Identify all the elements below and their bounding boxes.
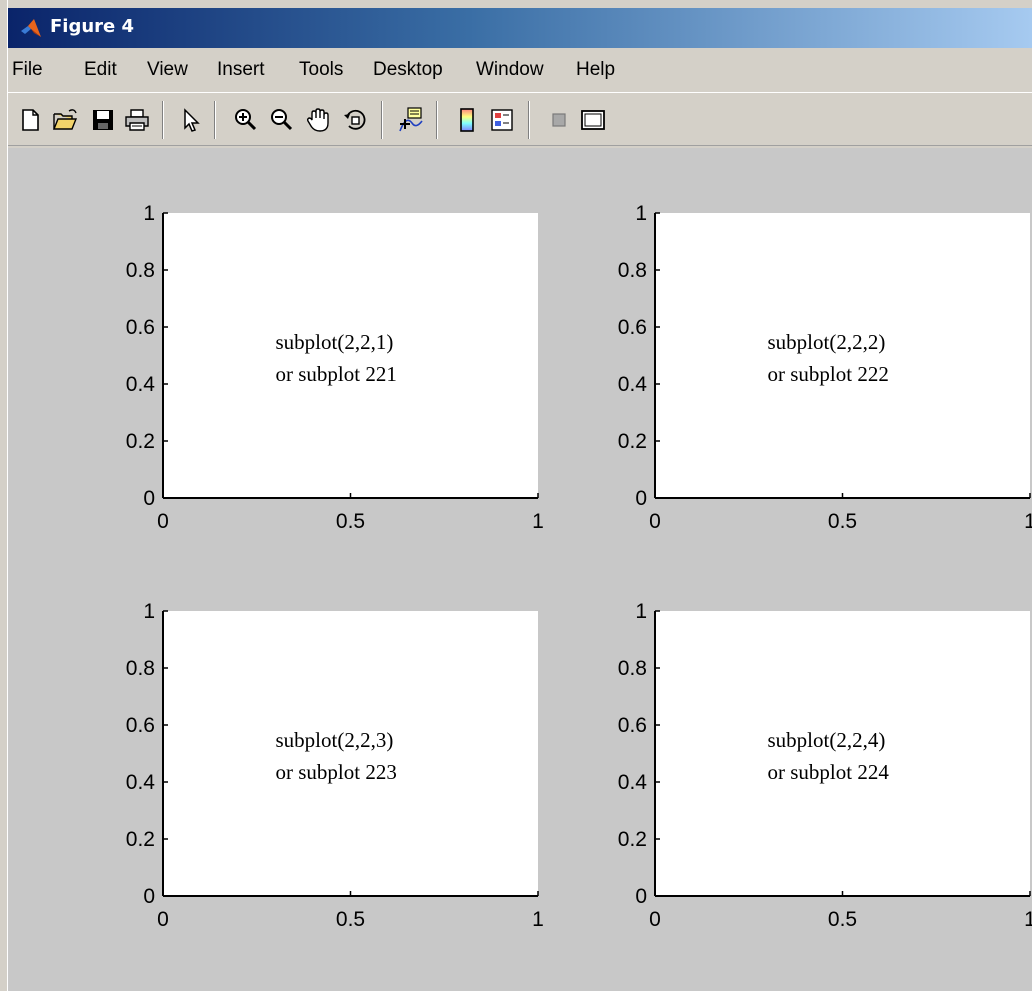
x-tick-label: 1 (1024, 908, 1032, 931)
subplot-annotation: or subplot 223 (276, 760, 397, 784)
x-tick-label: 0 (157, 908, 169, 931)
y-tick-label: 0.6 (126, 316, 155, 339)
y-tick-label: 0.2 (126, 828, 155, 851)
x-tick-label: 0 (649, 510, 661, 533)
subplot-annotation: subplot(2,2,4) (768, 728, 886, 752)
y-tick-label: 0.2 (618, 828, 647, 851)
y-tick-label: 0.8 (126, 259, 155, 282)
y-tick-label: 0.6 (126, 714, 155, 737)
subplot-axes-4[interactable]: 0 0.2 0.4 0.6 0.8 1 0 0.5 1 subplot(2,2,4) or subp… (618, 600, 1032, 931)
y-tick-label: 0 (635, 885, 647, 908)
axes-background (655, 213, 1030, 498)
y-tick-label: 0.2 (126, 430, 155, 453)
axes-background (655, 611, 1030, 896)
y-tick-label: 0.8 (126, 657, 155, 680)
x-tick-label: 0 (649, 908, 661, 931)
subplot-annotation: subplot(2,2,1) (276, 330, 394, 354)
y-tick-label: 0.2 (618, 430, 647, 453)
x-tick-label: 0.5 (828, 908, 857, 931)
x-tick-label: 0 (157, 510, 169, 533)
axes-background (163, 611, 538, 896)
subplot-annotation: or subplot 222 (768, 362, 889, 386)
axes-background (163, 213, 538, 498)
y-tick-label: 0.6 (618, 316, 647, 339)
figure-window: Figure 4 File Edit View Insert Tools Des… (0, 0, 1032, 991)
y-tick-label: 1 (635, 600, 647, 623)
x-tick-label: 0.5 (336, 510, 365, 533)
y-tick-label: 1 (143, 202, 155, 225)
y-tick-label: 0.4 (126, 373, 156, 396)
y-tick-label: 0 (143, 885, 155, 908)
x-tick-label: 1 (532, 510, 544, 533)
subplot-annotation: subplot(2,2,3) (276, 728, 394, 752)
subplot-axes-2[interactable]: 0 0.2 0.4 0.6 0.8 1 0 0.5 1 subplot(2,2,2) or subp… (618, 202, 1032, 533)
y-tick-label: 0 (143, 487, 155, 510)
y-tick-label: 0 (635, 487, 647, 510)
subplot-axes-1[interactable]: 0 0.2 0.4 0.6 0.8 1 0 0.5 1 subplot(2,2,1) or subp… (126, 202, 544, 533)
x-tick-label: 0.5 (336, 908, 365, 931)
y-tick-label: 0.6 (618, 714, 647, 737)
y-tick-label: 0.8 (618, 657, 647, 680)
y-tick-label: 1 (143, 600, 155, 623)
subplot-axes-layer: 0 0.2 0.4 0.6 0.8 1 0 0.5 1 subplot(2,2,1) or subp… (126, 202, 1032, 931)
x-tick-label: 1 (1024, 510, 1032, 533)
subplot-annotation: or subplot 221 (276, 362, 397, 386)
x-tick-label: 1 (532, 908, 544, 931)
y-tick-label: 1 (635, 202, 647, 225)
y-tick-label: 0.4 (126, 771, 156, 794)
x-tick-label: 0.5 (828, 510, 857, 533)
y-tick-label: 0.4 (618, 373, 648, 396)
subplot-axes-3[interactable]: 0 0.2 0.4 0.6 0.8 1 0 0.5 1 subplot(2,2,3) or subp… (126, 600, 544, 931)
y-tick-label: 0.4 (618, 771, 648, 794)
subplot-annotation: or subplot 224 (768, 760, 890, 784)
subplot-annotation: subplot(2,2,2) (768, 330, 886, 354)
y-tick-label: 0.8 (618, 259, 647, 282)
